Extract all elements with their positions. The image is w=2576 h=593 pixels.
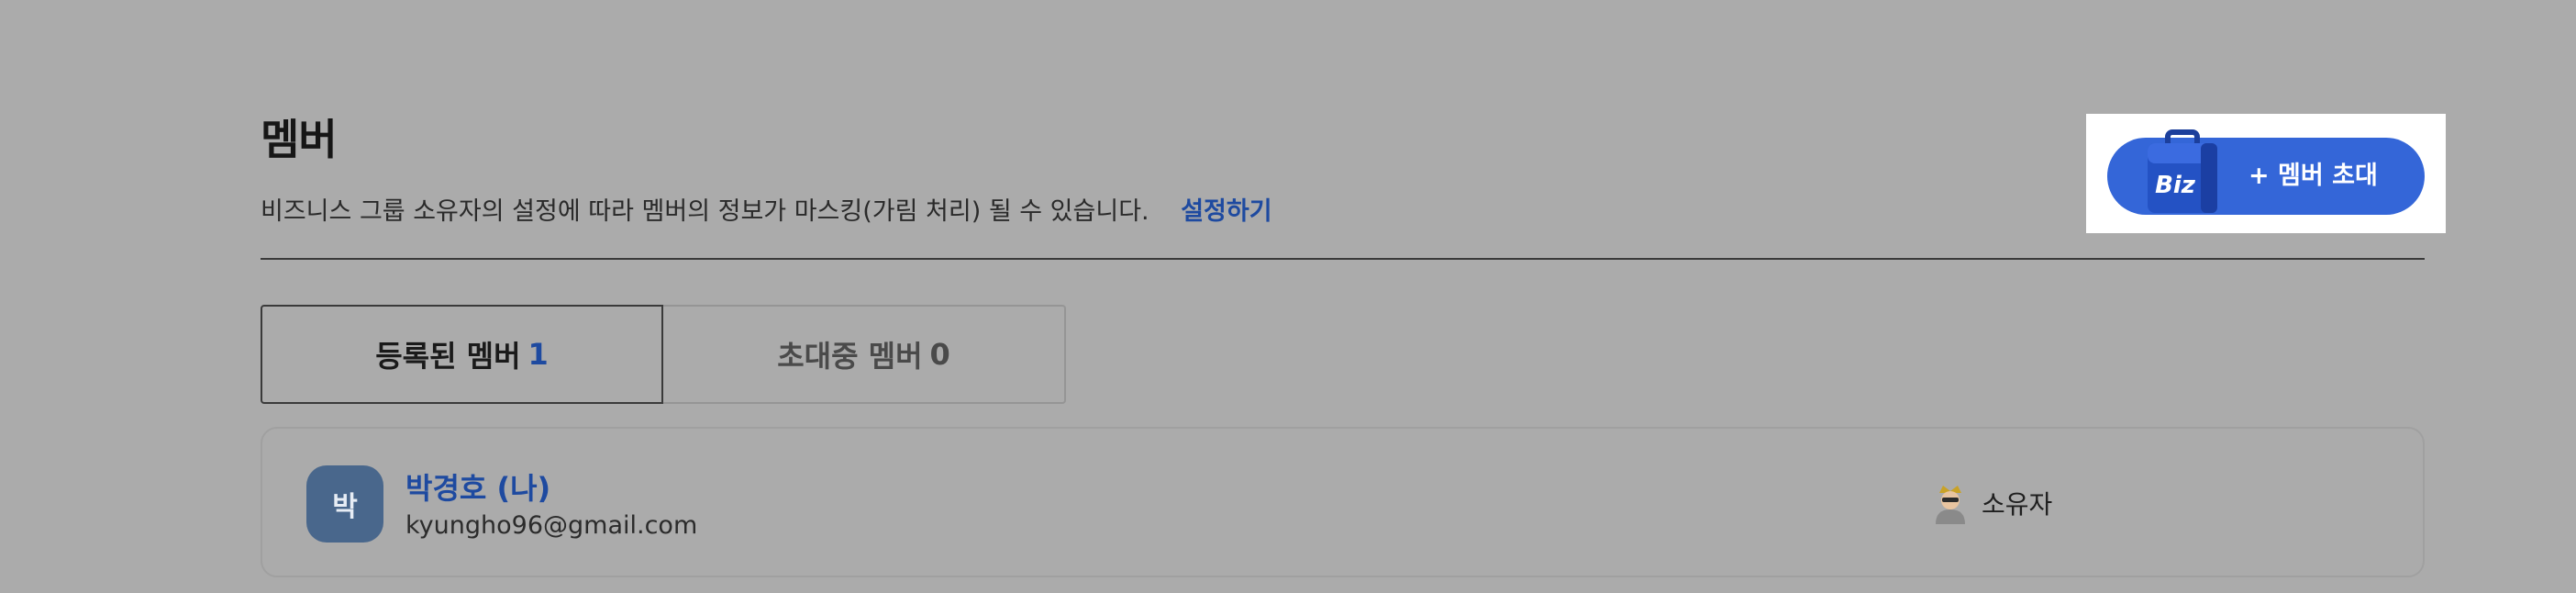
page-title: 멤버 [261, 115, 338, 164]
avatar: 박 [306, 465, 383, 543]
page-description: 비즈니스 그룹 소유자의 설정에 따라 멤버의 정보가 마스킹(가림 처리) 될… [261, 191, 1272, 227]
description-text: 비즈니스 그룹 소유자의 설정에 따라 멤버의 정보가 마스킹(가림 처리) 될… [261, 197, 1149, 226]
tab-count: 0 [929, 337, 950, 372]
header-divider [261, 258, 2425, 260]
biz-briefcase-icon: Biz [2148, 129, 2217, 213]
member-role: 소유자 [1930, 482, 2052, 524]
settings-link[interactable]: 설정하기 [1181, 197, 1271, 226]
member-tabs: 등록된 멤버 1 초대중 멤버 0 [261, 305, 1066, 404]
invite-button-label: + 멤버 초대 [2248, 162, 2378, 190]
tab-label: 등록된 멤버 [375, 339, 521, 374]
tab-registered-members[interactable]: 등록된 멤버 1 [261, 305, 663, 404]
tab-count: 1 [527, 337, 549, 372]
member-name[interactable]: 박경호 (나) [405, 465, 550, 508]
owner-crown-icon [1936, 486, 1965, 524]
tab-invited-members[interactable]: 초대중 멤버 0 [663, 305, 1066, 404]
role-label: 소유자 [1982, 489, 2053, 520]
invite-member-button[interactable]: Biz + 멤버 초대 [2107, 129, 2425, 215]
biz-icon-text: Biz [2155, 172, 2196, 199]
tab-label: 초대중 멤버 [777, 339, 923, 374]
invite-button-highlight: Biz + 멤버 초대 [2086, 114, 2446, 233]
member-card[interactable]: 박 박경호 (나) kyungho96@gmail.com 소유자 [261, 427, 2425, 577]
member-email: kyungho96@gmail.com [405, 511, 698, 540]
